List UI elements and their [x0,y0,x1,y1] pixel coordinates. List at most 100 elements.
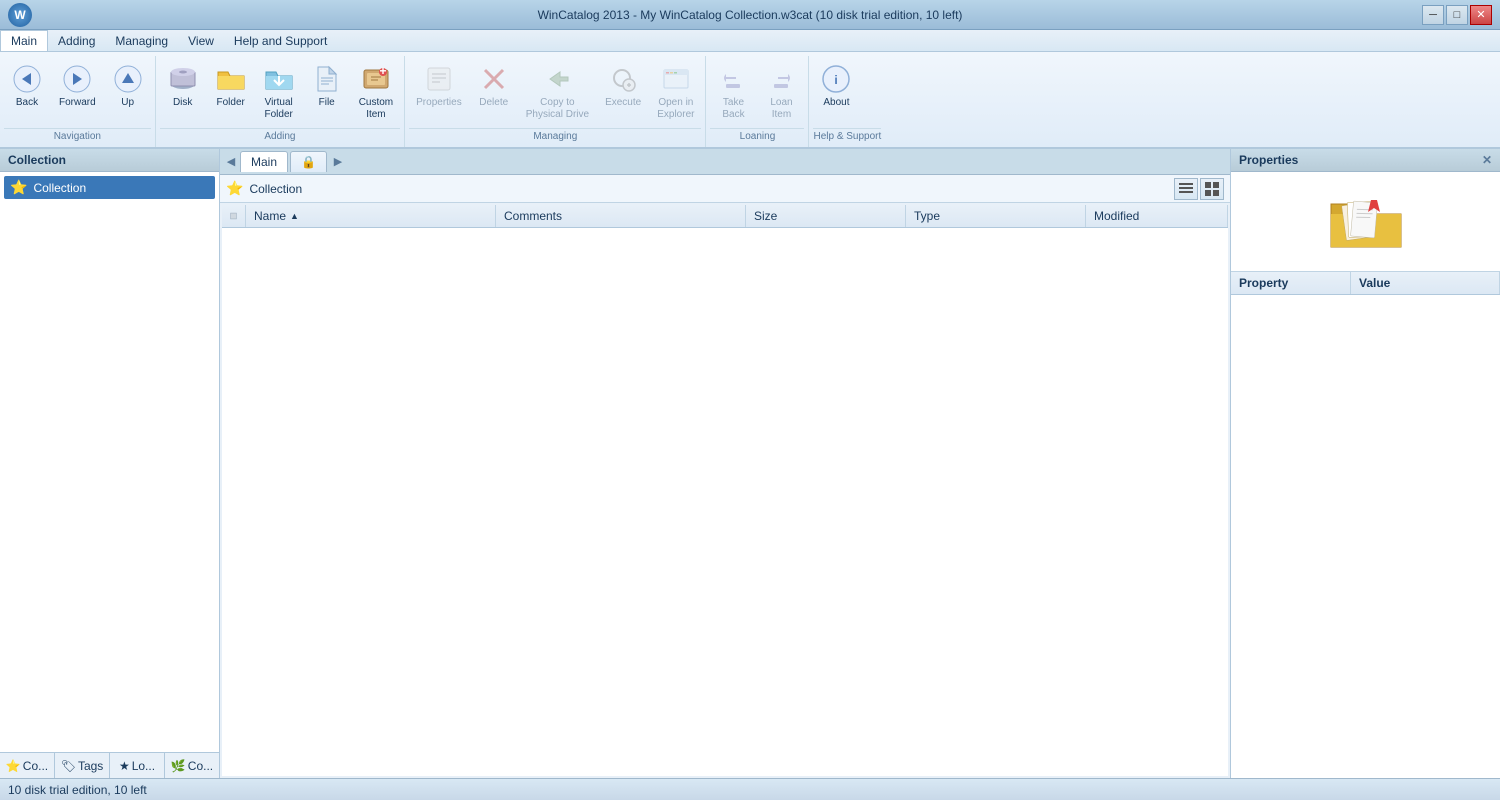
col-header-size[interactable]: Size [746,205,906,227]
about-button[interactable]: i About [813,58,859,114]
properties-label: Properties [416,97,462,109]
prop-header: Property Value [1231,272,1500,295]
tags-icon: 🏷 [61,759,76,773]
col-header-name[interactable]: Name ▲ [246,205,496,227]
custom-item-button[interactable]: + CustomItem [352,58,400,126]
about-label: About [823,97,849,109]
nav-buttons: Back Forward Up [4,58,151,126]
breadcrumb-text: Collection [249,182,302,196]
close-button[interactable]: ✕ [1470,5,1492,25]
delete-button[interactable]: Delete [471,58,517,114]
menu-item-adding[interactable]: Adding [48,30,105,51]
file-list-header: Name ▲ Comments Size Type Modified [222,205,1228,228]
file-button[interactable]: File [304,58,350,114]
delete-label: Delete [479,97,508,109]
file-icon [311,63,343,95]
tab-lock[interactable]: 🔒 [290,151,327,172]
menu-item-main[interactable]: Main [0,30,48,51]
custom-item-icon: + [360,63,392,95]
loan-item-icon [765,63,797,95]
properties-button[interactable]: Properties [409,58,469,114]
tab-prev-button[interactable]: ◀ [222,151,240,173]
sidebar-tab-lo[interactable]: ★ Lo... [110,753,165,778]
up-icon [112,63,144,95]
col-header-modified[interactable]: Modified [1086,205,1228,227]
managing-buttons: Properties Delete [409,58,701,126]
copy-to-drive-icon [541,63,573,95]
status-text: 10 disk trial edition, 10 left [8,783,147,797]
sidebar-tab-tags[interactable]: 🏷 Tags [55,753,110,778]
copy-to-drive-button[interactable]: Copy toPhysical Drive [519,58,596,126]
view-buttons [1174,178,1224,200]
app-logo: W [8,3,32,27]
tags-label: Tags [78,759,103,773]
ribbon-group-loaning: TakeBack LoanItem Loaning [706,56,809,147]
properties-panel: Properties ✕ [1230,149,1500,778]
forward-button[interactable]: Forward [52,58,103,114]
properties-icon [423,63,455,95]
forward-label: Forward [59,97,96,109]
col-header-icon[interactable] [222,205,246,227]
col-modified-label: Modified [1094,209,1139,223]
delete-icon [478,63,510,95]
co2-icon: 🌿 [171,759,186,773]
folder-label: Folder [217,97,245,109]
sidebar-tab-co2[interactable]: 🌿 Co... [165,753,219,778]
folder-button[interactable]: Folder [208,58,254,114]
sidebar-item-collection[interactable]: ⭐ Collection [4,176,215,199]
execute-label: Execute [605,97,641,109]
svg-text:+: + [379,64,386,78]
title-bar-left: W [8,3,32,27]
adding-group-label: Adding [160,128,400,145]
menu-item-view[interactable]: View [178,30,224,51]
ribbon-group-adding: Disk Folder [156,56,405,147]
help-group-label: Help & Support [813,128,881,145]
about-icon: i [820,63,852,95]
tab-bar: ◀ Main 🔒 ▶ [220,149,1230,175]
window-controls: ─ □ ✕ [1422,5,1492,25]
maximize-button[interactable]: □ [1446,5,1468,25]
sidebar-title: Collection [0,149,219,172]
tab-next-button[interactable]: ▶ [329,151,347,173]
up-button[interactable]: Up [105,58,151,114]
virtual-folder-label: VirtualFolder [265,97,293,121]
lo-icon: ★ [119,759,130,773]
loan-item-button[interactable]: LoanItem [758,58,804,126]
prop-property-label: Property [1239,276,1288,290]
properties-title: Properties ✕ [1231,149,1500,172]
col-header-comments[interactable]: Comments [496,205,746,227]
co-icon: ⭐ [6,759,21,773]
copy-to-drive-label: Copy toPhysical Drive [526,97,589,121]
loaning-buttons: TakeBack LoanItem [710,58,804,126]
properties-icon-area [1231,172,1500,272]
sidebar-tab-co[interactable]: ⭐ Co... [0,753,55,778]
col-header-type[interactable]: Type [906,205,1086,227]
ribbon-content: Back Forward Up Navigation [0,52,1500,147]
managing-group-label: Managing [409,128,701,145]
status-bar: 10 disk trial edition, 10 left [0,778,1500,800]
sidebar-item-collection-label: Collection [33,181,86,195]
col-name-label: Name [254,209,286,223]
view-thumbnails-button[interactable] [1200,178,1224,200]
virtual-folder-button[interactable]: VirtualFolder [256,58,302,126]
prop-col-value[interactable]: Value [1351,272,1500,294]
menu-item-help[interactable]: Help and Support [224,30,337,51]
file-label: File [319,97,335,109]
back-button[interactable]: Back [4,58,50,114]
minimize-button[interactable]: ─ [1422,5,1444,25]
menu-item-managing[interactable]: Managing [105,30,178,51]
disk-button[interactable]: Disk [160,58,206,114]
take-back-button[interactable]: TakeBack [710,58,756,126]
forward-icon [61,63,93,95]
view-details-button[interactable] [1174,178,1198,200]
file-list[interactable]: Name ▲ Comments Size Type Modified [222,205,1228,776]
prop-col-property[interactable]: Property [1231,272,1351,294]
title-bar: W WinCatalog 2013 - My WinCatalog Collec… [0,0,1500,30]
properties-close-button[interactable]: ✕ [1482,153,1492,167]
tab-main[interactable]: Main [240,151,288,172]
take-back-icon [717,63,749,95]
open-in-explorer-button[interactable]: Open inExplorer [650,58,701,126]
ribbon-group-help: i About Help & Support [809,56,885,147]
execute-button[interactable]: Execute [598,58,648,114]
title-text: WinCatalog 2013 - My WinCatalog Collecti… [0,8,1500,22]
